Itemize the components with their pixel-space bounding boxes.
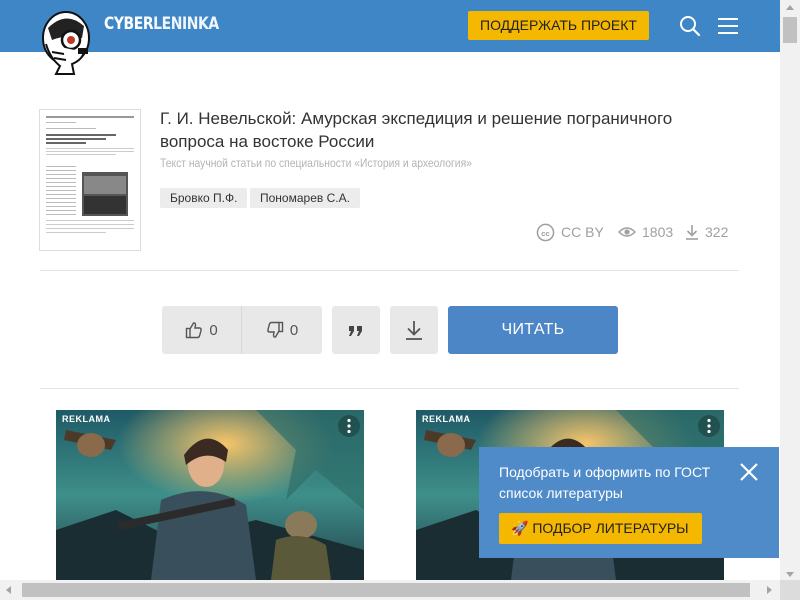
vertical-scroll-thumb[interactable] — [783, 17, 797, 43]
download-icon — [686, 225, 698, 240]
robot-head-logo[interactable] — [38, 8, 96, 76]
literature-popup: Подобрать и оформить по ГОСТ список лите… — [479, 447, 779, 558]
downloads-count: 322 — [685, 222, 728, 242]
read-button[interactable]: ЧИТАТЬ — [448, 306, 618, 354]
advertisement[interactable]: REKLAMA — [56, 410, 364, 580]
svg-text:cc: cc — [541, 228, 549, 237]
dislike-count: 0 — [289, 321, 299, 339]
download-icon — [406, 321, 422, 340]
horizontal-scrollbar[interactable] — [0, 580, 780, 600]
more-options-icon[interactable] — [338, 415, 360, 437]
quote-icon — [349, 326, 362, 336]
close-icon[interactable] — [738, 461, 760, 483]
license-label: CC BY — [561, 224, 604, 240]
more-options-icon[interactable] — [698, 415, 720, 437]
downloads-value: 322 — [705, 224, 729, 240]
search-icon[interactable] — [679, 15, 701, 37]
scroll-left-arrow-icon[interactable] — [2, 584, 16, 596]
article-thumbnail[interactable] — [39, 109, 141, 251]
site-logo-text[interactable]: CYBERLENINKA — [104, 14, 219, 34]
thumbs-up-icon — [186, 322, 203, 339]
scroll-right-arrow-icon[interactable] — [762, 584, 776, 596]
like-count: 0 — [209, 321, 218, 339]
vertical-scrollbar[interactable] — [780, 0, 800, 600]
support-project-button[interactable]: ПОДДЕРЖАТЬ ПРОЕКТ — [468, 11, 649, 40]
eye-icon — [618, 227, 636, 237]
hamburger-menu-icon[interactable] — [717, 15, 739, 37]
license-info[interactable]: cc CC BY — [536, 222, 604, 242]
author-tag[interactable]: Пономарев С.А. — [250, 188, 360, 208]
ad-label: REKLAMA — [62, 414, 111, 424]
dislike-button[interactable]: 0 — [242, 306, 322, 354]
creative-commons-icon: cc — [536, 223, 555, 241]
like-button[interactable]: 0 — [162, 306, 242, 354]
views-count: 1803 — [618, 222, 673, 242]
download-button[interactable] — [390, 306, 438, 354]
ad-image — [56, 410, 364, 580]
article-preview-image — [46, 116, 134, 233]
thumbs-down-icon — [267, 321, 284, 338]
site-header: CYBERLENINKA ПОДДЕРЖАТЬ ПРОЕКТ — [0, 0, 780, 75]
divider — [40, 388, 739, 389]
views-value: 1803 — [642, 224, 674, 240]
find-literature-button[interactable]: 🚀 ПОДБОР ЛИТЕРАТУРЫ — [499, 513, 702, 544]
article-title: Г. И. Невельской: Амурская экспедиция и … — [160, 109, 673, 151]
scroll-up-arrow-icon[interactable] — [780, 0, 800, 16]
ad-label: REKLAMA — [422, 414, 471, 424]
cite-button[interactable] — [332, 306, 380, 354]
logo-text-leninka: LENINKA — [153, 14, 219, 34]
article-subject[interactable]: Текст научной статьи по специальности «И… — [160, 156, 472, 170]
scrollbar-corner — [780, 580, 800, 600]
logo-text-cyber: CYBER — [104, 14, 154, 34]
horizontal-scroll-thumb[interactable] — [22, 583, 750, 597]
divider — [40, 270, 739, 271]
vote-group: 0 0 — [162, 306, 322, 354]
rocket-icon: 🚀 — [511, 520, 529, 536]
find-literature-label: ПОДБОР ЛИТЕРАТУРЫ — [532, 520, 689, 536]
popup-text: Подобрать и оформить по ГОСТ список лите… — [499, 464, 711, 501]
author-tag[interactable]: Бровко П.Ф. — [160, 188, 248, 208]
